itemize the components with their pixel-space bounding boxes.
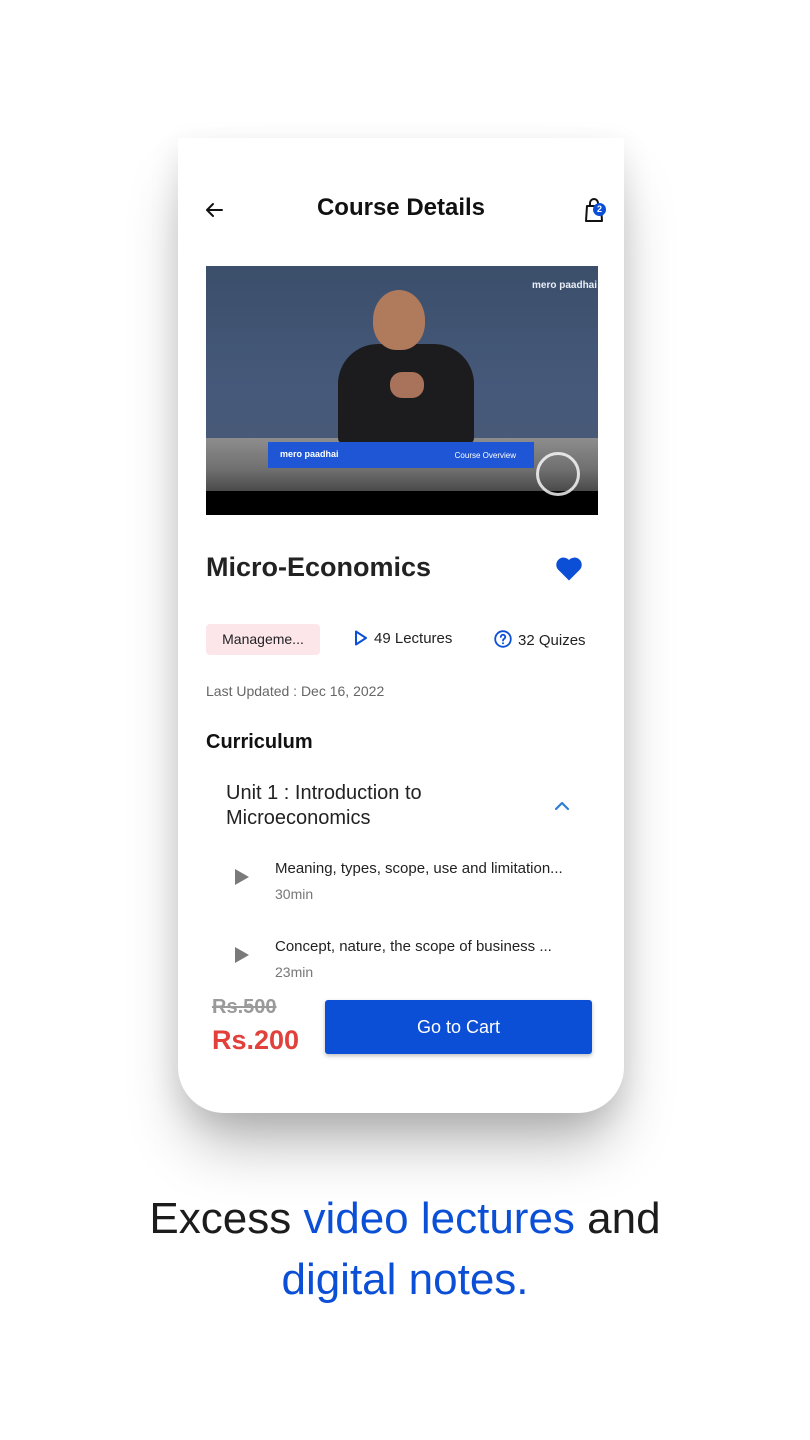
lesson-duration: 30min [275, 886, 314, 902]
phone-frame: Course Details 2 mero paadhai mero paadh… [178, 138, 624, 1113]
promo-caption: Excess video lectures and digital notes. [0, 1188, 810, 1310]
heart-icon[interactable] [554, 554, 584, 582]
unit-title: Unit 1 : Introduction to Microeconomics [226, 782, 422, 829]
curriculum-heading: Curriculum [206, 731, 313, 753]
instructor-head [373, 290, 425, 350]
unit-accordion[interactable]: Unit 1 : Introduction to Microeconomics [226, 781, 586, 831]
caption-text-2: and [574, 1194, 661, 1243]
cart-button[interactable]: 2 [578, 194, 610, 226]
play-icon [235, 869, 249, 885]
course-title: Micro-Economics [206, 552, 432, 582]
lower-third-logo: mero paadhai [280, 449, 339, 459]
caption-text-1: Excess [149, 1194, 304, 1243]
lectures-count: 49 Lectures [354, 630, 452, 647]
lesson-item[interactable]: Concept, nature, the scope of business .… [226, 936, 596, 996]
last-updated: Last Updated : Dec 16, 2022 [206, 683, 385, 699]
go-to-cart-button[interactable]: Go to Cart [325, 1000, 592, 1054]
quizzes-label: 32 Quizes [518, 632, 586, 649]
lesson-title: Concept, nature, the scope of business .… [275, 938, 552, 955]
quizzes-count: 32 Quizes [494, 630, 586, 649]
corner-logo-icon [536, 452, 580, 496]
play-outline-icon [355, 630, 367, 646]
cart-count-badge: 2 [593, 203, 606, 216]
question-circle-icon [494, 630, 512, 648]
chevron-up-icon[interactable] [552, 799, 572, 813]
original-price: Rs.500 [212, 996, 277, 1018]
lectures-label: 49 Lectures [374, 630, 453, 647]
lesson-item[interactable]: Meaning, types, scope, use and limitatio… [226, 858, 596, 918]
category-tag[interactable]: Manageme... [206, 624, 320, 655]
page-title: Course Details [316, 194, 486, 221]
caption-highlight-1: video lectures [303, 1194, 575, 1243]
video-watermark-logo: mero paadhai [532, 280, 598, 291]
instructor-hands [390, 372, 424, 398]
lesson-duration: 23min [275, 964, 314, 980]
caption-highlight-2: digital notes. [281, 1255, 529, 1304]
lower-third-text: Course Overview [454, 451, 516, 460]
lesson-title: Meaning, types, scope, use and limitatio… [275, 860, 563, 877]
course-video-player[interactable]: mero paadhai mero paadhai Course Overvie… [206, 266, 598, 515]
current-price: Rs.200 [212, 1025, 300, 1055]
app-header: Course Details 2 [178, 138, 624, 278]
play-icon [235, 947, 249, 963]
video-lower-third: mero paadhai Course Overview [268, 442, 534, 468]
